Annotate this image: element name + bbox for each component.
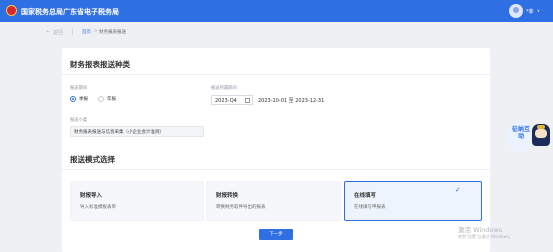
radio-annual[interactable]	[98, 96, 104, 102]
main-card: 财务报表报送种类 报送期间 季报 年报 报送所属期间 2023-Q4 2023-…	[62, 48, 490, 252]
belong-period-label: 报送所属期间	[211, 86, 237, 91]
windows-activation-watermark: 激活 Windows 转到"设置"以激活 Windows。	[458, 224, 550, 244]
next-button[interactable]: 下一步	[259, 229, 293, 240]
subcategory-field[interactable]: 财务报表报送与信息采集（小企业会计准则）	[70, 126, 204, 137]
section-divider	[62, 74, 490, 75]
mode-option-convert[interactable]: 财报转换 转换财务软件导出的报表	[206, 181, 341, 221]
mode-option-title: 财报转换	[216, 193, 239, 199]
breadcrumb-home-link[interactable]: 首页	[82, 29, 91, 35]
radio-quarterly-label[interactable]: 季报	[79, 96, 88, 102]
robot-face	[535, 129, 547, 138]
subcategory-value: 财务报表报送与信息采集（小企业会计准则）	[74, 130, 164, 135]
back-arrow-icon[interactable]: ←	[46, 29, 50, 35]
mode-option-import[interactable]: 财报导入 导入标准模板表单	[70, 181, 204, 221]
app-title: 国家税务总局广东省电子税务局	[21, 8, 119, 16]
watermark-line2: 转到"设置"以激活 Windows。	[458, 234, 513, 239]
radio-quarterly[interactable]	[70, 96, 76, 102]
robot-assistant-icon[interactable]	[532, 124, 550, 146]
top-header: 国家税务总局广东省电子税务局 *菲 ∨	[0, 0, 553, 22]
user-menu[interactable]: *菲 ∨	[509, 3, 549, 19]
breadcrumb-separator: >	[94, 29, 98, 34]
report-type-section-title: 财务报表报送种类	[70, 60, 130, 69]
avatar[interactable]	[509, 4, 523, 18]
date-range: 2023-10-01 至 2023-12-31	[258, 98, 325, 104]
radio-annual-label[interactable]: 年报	[107, 96, 116, 102]
assistant-widget[interactable]: 征纳互动	[506, 116, 550, 158]
subcategory-label: 报送小类	[70, 118, 88, 123]
breadcrumb: ← 返回 首页 > 财务报表报送	[0, 22, 553, 40]
check-icon: ✓	[455, 186, 461, 194]
mode-section-title: 报送模式选择	[70, 155, 115, 164]
mode-option-desc: 转换财务软件导出的报表	[216, 205, 266, 210]
mode-option-online[interactable]: 在线填写 在线填写申报表 ✓	[344, 181, 482, 221]
period-label: 报送期间	[70, 86, 88, 91]
mode-option-desc: 导入标准模板表单	[80, 205, 116, 210]
mode-option-title: 财报导入	[80, 193, 103, 199]
tax-bureau-logo-icon	[6, 5, 17, 16]
period-picker[interactable]: 2023-Q4	[211, 95, 253, 105]
back-link[interactable]: 返回	[53, 29, 63, 36]
period-picker-value: 2023-Q4	[215, 98, 237, 104]
breadcrumb-current: 财务报表报送	[99, 30, 126, 35]
section-divider	[62, 169, 490, 170]
user-name: *菲	[526, 9, 534, 15]
assistant-text: 征纳互动	[511, 126, 530, 140]
chevron-down-icon[interactable]: ∨	[537, 8, 540, 13]
breadcrumb-divider	[72, 28, 73, 35]
mode-option-title: 在线填写	[354, 193, 377, 199]
user-icon	[513, 7, 519, 13]
calendar-icon[interactable]	[245, 98, 250, 103]
watermark-line1: 激活 Windows	[458, 226, 503, 234]
mode-option-desc: 在线填写申报表	[354, 205, 386, 210]
